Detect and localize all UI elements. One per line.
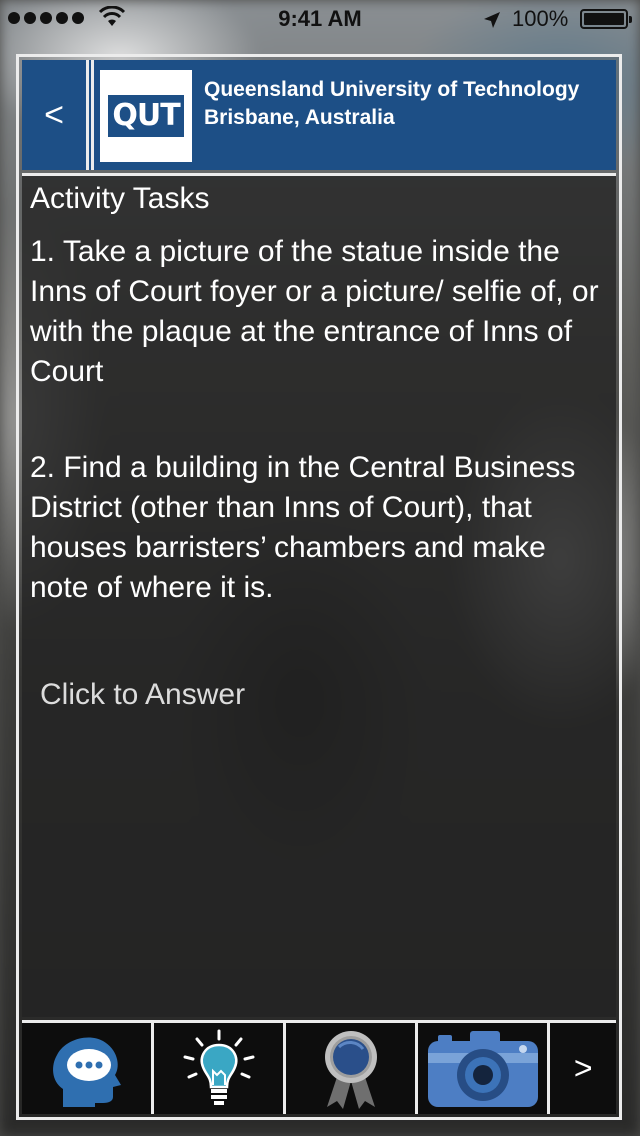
location-arrow-icon (484, 12, 500, 28)
task-1-text: 1. Take a picture of the statue inside t… (30, 235, 599, 388)
header-divider (91, 60, 94, 170)
university-name-line1: Queensland University of Technology (204, 78, 580, 101)
next-button[interactable]: > (550, 1023, 616, 1114)
camera-icon (427, 1030, 538, 1107)
task-2-text: 2. Find a building in the Central Busine… (30, 451, 576, 604)
bottom-toolbar: > (22, 1020, 616, 1114)
award-ribbon-icon (324, 1030, 377, 1109)
awards-button[interactable] (286, 1023, 419, 1114)
chat-head-icon (52, 1036, 121, 1107)
battery-icon (580, 9, 632, 29)
university-name: Queensland University of Technology Bris… (204, 76, 579, 132)
university-location: Brisbane, Australia (204, 106, 395, 129)
hint-button[interactable] (154, 1023, 287, 1114)
discuss-button[interactable] (22, 1023, 155, 1114)
battery-percent: 100% (512, 6, 569, 31)
status-bar: 9:41 AM 100% (0, 0, 640, 40)
qut-logo: QUT (100, 70, 192, 162)
page-title: Activity Tasks (30, 182, 210, 215)
tasks-panel: Activity Tasks 1. Take a picture of the … (22, 173, 616, 1017)
click-to-answer-link[interactable]: Click to Answer (40, 678, 245, 712)
camera-button[interactable] (418, 1023, 551, 1114)
lightbulb-icon (183, 1029, 255, 1105)
activity-card: < QUT Queensland University of Technolog… (16, 54, 622, 1120)
qut-logo-mark: QUT (108, 95, 184, 137)
app-header: < QUT Queensland University of Technolog… (22, 60, 616, 170)
back-button[interactable]: < (22, 60, 89, 170)
